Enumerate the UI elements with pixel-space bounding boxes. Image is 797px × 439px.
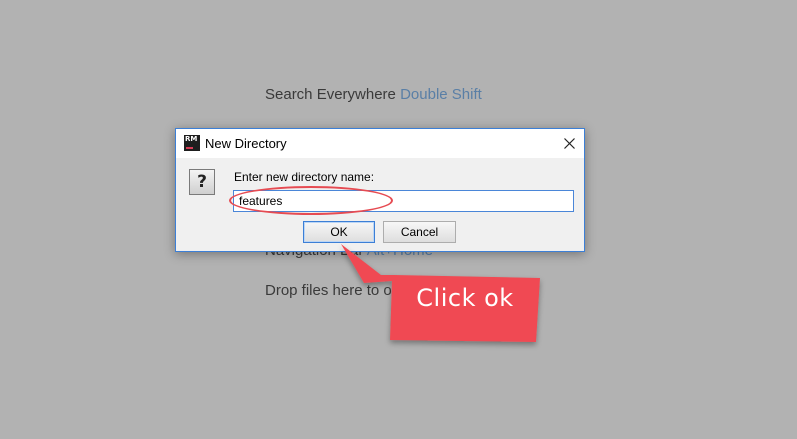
callout-text: Click ok [416, 284, 514, 312]
callout-bubble [341, 244, 540, 342]
